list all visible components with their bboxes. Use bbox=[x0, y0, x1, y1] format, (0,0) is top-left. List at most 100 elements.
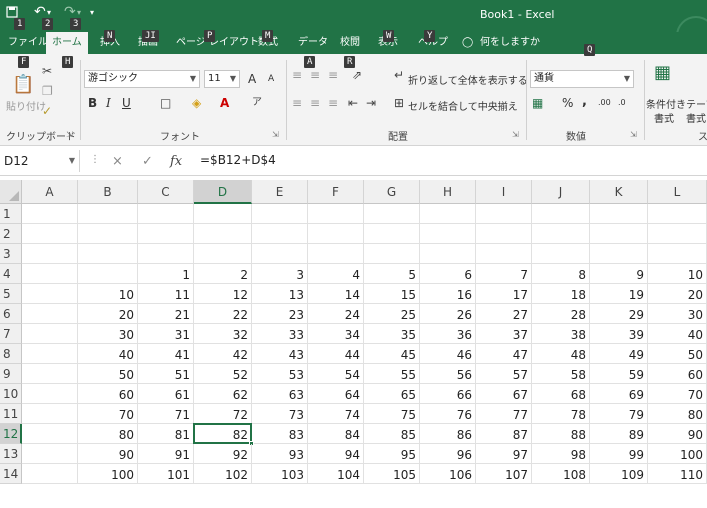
cell-L13[interactable]: 100 bbox=[648, 444, 707, 464]
cell-J4[interactable]: 8 bbox=[532, 264, 590, 284]
cell-J14[interactable]: 108 bbox=[532, 464, 590, 484]
cell-G12[interactable]: 85 bbox=[364, 424, 420, 444]
align-center-icon[interactable]: ≡ bbox=[310, 96, 320, 110]
cell-C9[interactable]: 51 bbox=[138, 364, 194, 384]
cell-E1[interactable] bbox=[252, 204, 308, 224]
cell-L8[interactable]: 50 bbox=[648, 344, 707, 364]
cell-C14[interactable]: 101 bbox=[138, 464, 194, 484]
cell-F1[interactable] bbox=[308, 204, 364, 224]
cancel-icon[interactable]: × bbox=[112, 154, 123, 169]
dialog-launcher-icon[interactable]: ⇲ bbox=[272, 130, 279, 139]
cell-I9[interactable]: 57 bbox=[476, 364, 532, 384]
column-header[interactable]: D bbox=[194, 180, 252, 204]
cell-J6[interactable]: 28 bbox=[532, 304, 590, 324]
percent-button[interactable]: % bbox=[562, 96, 573, 110]
accounting-format-icon[interactable]: ▦ bbox=[532, 96, 543, 110]
format-painter-icon[interactable]: ✓ bbox=[42, 104, 52, 118]
cell-D8[interactable]: 42 bbox=[194, 344, 252, 364]
cell-K2[interactable] bbox=[590, 224, 648, 244]
cell-K11[interactable]: 79 bbox=[590, 404, 648, 424]
cell-G13[interactable]: 95 bbox=[364, 444, 420, 464]
cell-A9[interactable] bbox=[22, 364, 78, 384]
cell-B9[interactable]: 50 bbox=[78, 364, 138, 384]
cell-I1[interactable] bbox=[476, 204, 532, 224]
row-header[interactable]: 9 bbox=[0, 364, 22, 384]
cell-L9[interactable]: 60 bbox=[648, 364, 707, 384]
cell-H8[interactable]: 46 bbox=[420, 344, 476, 364]
cell-A2[interactable] bbox=[22, 224, 78, 244]
column-header[interactable]: C bbox=[138, 180, 194, 204]
cell-B14[interactable]: 100 bbox=[78, 464, 138, 484]
cell-E11[interactable]: 73 bbox=[252, 404, 308, 424]
cell-G9[interactable]: 55 bbox=[364, 364, 420, 384]
cell-G8[interactable]: 45 bbox=[364, 344, 420, 364]
cell-E10[interactable]: 63 bbox=[252, 384, 308, 404]
cell-G11[interactable]: 75 bbox=[364, 404, 420, 424]
cell-D3[interactable] bbox=[194, 244, 252, 264]
font-size-combo[interactable]: 11 ▼ bbox=[204, 70, 240, 88]
cell-E8[interactable]: 43 bbox=[252, 344, 308, 364]
cell-E3[interactable] bbox=[252, 244, 308, 264]
cell-C7[interactable]: 31 bbox=[138, 324, 194, 344]
cell-I8[interactable]: 47 bbox=[476, 344, 532, 364]
cell-I11[interactable]: 77 bbox=[476, 404, 532, 424]
cell-F10[interactable]: 64 bbox=[308, 384, 364, 404]
underline-button[interactable]: U bbox=[122, 96, 131, 110]
cell-J8[interactable]: 48 bbox=[532, 344, 590, 364]
row-header[interactable]: 7 bbox=[0, 324, 22, 344]
cell-G5[interactable]: 15 bbox=[364, 284, 420, 304]
cell-G6[interactable]: 25 bbox=[364, 304, 420, 324]
cell-F3[interactable] bbox=[308, 244, 364, 264]
column-header[interactable]: E bbox=[252, 180, 308, 204]
cell-F9[interactable]: 54 bbox=[308, 364, 364, 384]
conditional-format-icon[interactable]: ▦ bbox=[654, 64, 671, 82]
cell-B8[interactable]: 40 bbox=[78, 344, 138, 364]
cell-C4[interactable]: 1 bbox=[138, 264, 194, 284]
cell-H14[interactable]: 106 bbox=[420, 464, 476, 484]
cell-H7[interactable]: 36 bbox=[420, 324, 476, 344]
comma-button[interactable]: , bbox=[582, 94, 587, 109]
cell-A5[interactable] bbox=[22, 284, 78, 304]
cell-A7[interactable] bbox=[22, 324, 78, 344]
cell-L4[interactable]: 10 bbox=[648, 264, 707, 284]
cell-G4[interactable]: 5 bbox=[364, 264, 420, 284]
cell-E9[interactable]: 53 bbox=[252, 364, 308, 384]
cell-H2[interactable] bbox=[420, 224, 476, 244]
cell-A14[interactable] bbox=[22, 464, 78, 484]
cell-J1[interactable] bbox=[532, 204, 590, 224]
cell-H13[interactable]: 96 bbox=[420, 444, 476, 464]
cell-K14[interactable]: 109 bbox=[590, 464, 648, 484]
cell-K13[interactable]: 99 bbox=[590, 444, 648, 464]
align-right-icon[interactable]: ≡ bbox=[328, 96, 338, 110]
cell-H12[interactable]: 86 bbox=[420, 424, 476, 444]
row-header[interactable]: 13 bbox=[0, 444, 22, 464]
cell-I13[interactable]: 97 bbox=[476, 444, 532, 464]
phonetic-icon[interactable]: ア bbox=[252, 96, 262, 110]
copy-icon[interactable]: ❐ bbox=[42, 84, 53, 98]
cell-D5[interactable]: 12 bbox=[194, 284, 252, 304]
cell-F2[interactable] bbox=[308, 224, 364, 244]
conditional-format-button[interactable]: 条件付き bbox=[646, 96, 686, 111]
cell-C3[interactable] bbox=[138, 244, 194, 264]
cell-F11[interactable]: 74 bbox=[308, 404, 364, 424]
cell-B7[interactable]: 30 bbox=[78, 324, 138, 344]
tab-data[interactable]: データ bbox=[298, 32, 328, 54]
cell-B1[interactable] bbox=[78, 204, 138, 224]
cell-B12[interactable]: 80 bbox=[78, 424, 138, 444]
cell-A11[interactable] bbox=[22, 404, 78, 424]
cut-icon[interactable]: ✂ bbox=[42, 64, 52, 78]
cell-G3[interactable] bbox=[364, 244, 420, 264]
cell-A13[interactable] bbox=[22, 444, 78, 464]
cell-J11[interactable]: 78 bbox=[532, 404, 590, 424]
cell-J5[interactable]: 18 bbox=[532, 284, 590, 304]
cell-H6[interactable]: 26 bbox=[420, 304, 476, 324]
enter-icon[interactable]: ✓ bbox=[142, 154, 153, 169]
bold-button[interactable]: B bbox=[88, 96, 97, 110]
cell-J2[interactable] bbox=[532, 224, 590, 244]
cell-I4[interactable]: 7 bbox=[476, 264, 532, 284]
cell-C6[interactable]: 21 bbox=[138, 304, 194, 324]
cell-B2[interactable] bbox=[78, 224, 138, 244]
cell-K9[interactable]: 59 bbox=[590, 364, 648, 384]
cell-L14[interactable]: 110 bbox=[648, 464, 707, 484]
cell-D10[interactable]: 62 bbox=[194, 384, 252, 404]
